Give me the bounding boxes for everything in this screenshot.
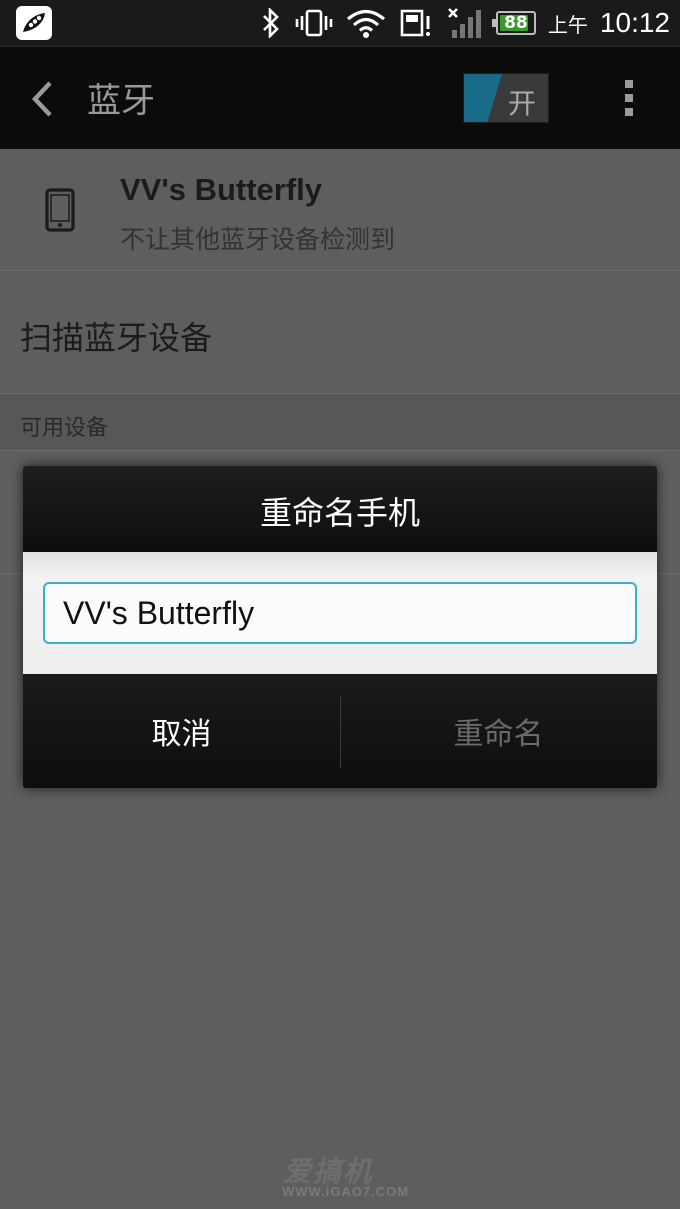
status-bar: 88 上午 10:12 — [0, 0, 680, 46]
status-ampm: 上午 — [547, 12, 588, 37]
action-bar: 蓝牙 开 — [0, 46, 680, 149]
scan-devices-item[interactable]: 扫描蓝牙设备 — [0, 271, 680, 394]
back-arrow-icon[interactable] — [30, 79, 54, 119]
available-devices-header: 可用设备 — [0, 394, 680, 451]
battery-level: 88 — [504, 13, 528, 33]
rename-button[interactable]: 重命名 — [340, 674, 657, 788]
no-signal-icon — [448, 8, 481, 38]
status-icons: 88 上午 10:12 — [260, 0, 670, 46]
wifi-icon — [346, 9, 385, 38]
overflow-menu-icon[interactable] — [624, 78, 636, 118]
page-title: 蓝牙 — [87, 81, 155, 121]
vibrate-icon — [295, 9, 333, 37]
dialog-button-bar: 取消 重命名 — [23, 674, 657, 788]
cancel-button[interactable]: 取消 — [23, 674, 340, 788]
available-devices-label: 可用设备 — [20, 416, 109, 441]
watermark-url: WWW.iGAO7.COM — [282, 1184, 410, 1199]
this-device-item[interactable]: VV's Butterfly 不让其他蓝牙设备检测到 — [0, 148, 680, 271]
toggle-label: 开 — [508, 87, 537, 120]
bluetooth-toggle[interactable]: 开 — [463, 73, 549, 123]
phone-icon — [45, 188, 75, 232]
bluetooth-icon — [263, 8, 279, 38]
device-name-input[interactable] — [43, 582, 637, 644]
device-name: VV's Butterfly — [120, 172, 323, 207]
toggle-knob — [464, 74, 502, 122]
dialog-body — [23, 552, 657, 674]
scan-devices-label: 扫描蓝牙设备 — [20, 319, 213, 357]
dialog-title-bar: 重命名手机 — [23, 466, 657, 553]
dialog-title: 重命名手机 — [259, 494, 420, 532]
sd-card-icon — [400, 9, 430, 37]
battery-icon: 88 — [491, 11, 536, 35]
rename-phone-dialog: 重命名手机 取消 重命名 — [23, 466, 657, 788]
app-notification-icon — [16, 6, 52, 40]
status-clock: 10:12 — [599, 7, 670, 38]
device-visibility-status: 不让其他蓝牙设备检测到 — [120, 225, 396, 254]
